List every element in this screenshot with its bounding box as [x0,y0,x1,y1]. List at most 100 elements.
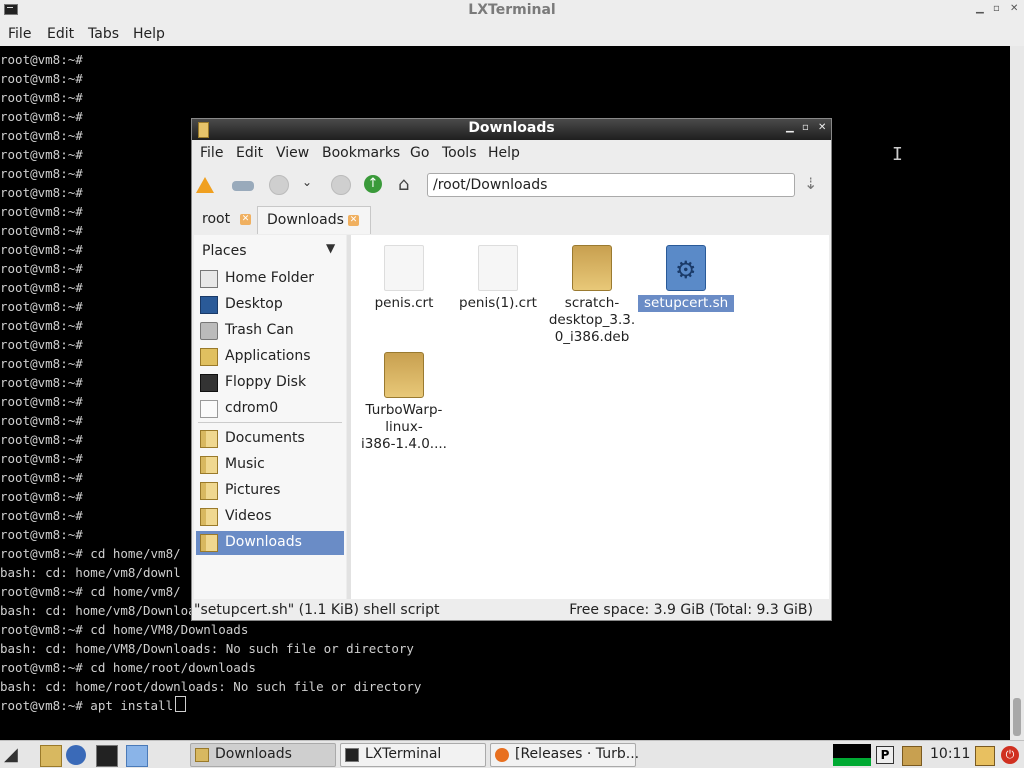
clock[interactable]: 10:11 [930,746,970,762]
folder-icon [200,430,218,448]
sidebar-item-applications[interactable]: Applications [196,345,344,369]
file-manager-titlebar[interactable]: Downloads ▁ ▫ ✕ [192,119,831,140]
cpu-monitor[interactable] [833,744,871,766]
sidebar-item-downloads[interactable]: Downloads [196,531,344,555]
scrollbar-thumb[interactable] [1013,698,1021,736]
chevron-down-icon[interactable]: ▼ [326,241,335,255]
sidebar-divider [198,422,342,423]
status-bar: "setupcert.sh" (1.1 KiB) shell script Fr… [192,600,831,620]
document-icon [478,245,518,291]
file-manager-toolbar: ⌄ ↑ ⌂ ⇣ [192,169,831,201]
menu-tabs[interactable]: Tabs [88,26,119,42]
history-dropdown-icon[interactable]: ⌄ [302,175,322,195]
terminal-line: root@vm8:~# [0,52,83,67]
file-item-selected[interactable]: setupcert.sh [638,235,735,312]
tab-label: root [202,211,231,227]
file-item[interactable]: penis(1).crt [450,235,546,312]
terminal-line: bash: cd: home/root/downloads: No such f… [0,679,422,694]
web-browser-launcher-icon[interactable] [66,745,86,765]
sidebar-item-home-folder[interactable]: Home Folder [196,267,344,291]
applications-icon [200,348,218,366]
fm-menu-bookmarks[interactable]: Bookmarks [322,145,400,161]
file-manager-launcher-icon[interactable] [40,745,62,767]
tray-p-icon[interactable]: P [876,746,894,764]
terminal-scrollbar[interactable] [1010,46,1024,740]
task-lxterminal[interactable]: LXTerminal [340,743,486,767]
floppy-icon [200,374,218,392]
terminal-line: root@vm8:~# [0,90,83,105]
tab-close-icon[interactable]: ✕ [240,214,251,225]
task-label: Downloads [215,746,292,762]
cdrom-icon [200,400,218,418]
lock-icon[interactable] [975,746,995,766]
tab-label: Downloads [267,212,344,228]
file-list: penis.crt penis(1).crt scratch- desktop_… [351,235,829,599]
fm-menu-help[interactable]: Help [488,145,520,161]
sidebar-item-videos[interactable]: Videos [196,505,344,529]
sidebar-item-label: Home Folder [225,270,315,286]
script-icon [666,245,706,291]
forward-icon[interactable] [331,175,351,195]
sidebar-item-label: Trash Can [225,322,294,338]
tab-root[interactable]: root ✕ [196,206,254,233]
menu-edit[interactable]: Edit [47,26,74,42]
file-item[interactable]: scratch- desktop_3.3. 0_i386.deb [544,235,640,346]
warning-icon [196,177,214,193]
sidebar-item-cdrom[interactable]: cdrom0 [196,397,344,421]
places-title: Places [202,243,247,259]
sidebar-item-label: Floppy Disk [225,374,307,390]
sidebar-item-music[interactable]: Music [196,453,344,477]
fm-maximize-icon[interactable]: ▫ [802,122,809,133]
sidebar-item-label: Desktop [225,296,283,312]
task-label: LXTerminal [365,746,442,762]
file-item[interactable]: penis.crt [356,235,452,312]
sidebar-item-desktop[interactable]: Desktop [196,293,344,317]
sidebar-item-label: cdrom0 [225,400,279,416]
task-browser[interactable]: [Releases · Turb... [490,743,639,767]
file-name: penis.crt [374,295,434,311]
file-manager-window: Downloads ▁ ▫ ✕ File Edit View Bookmarks… [191,118,832,621]
start-menu-icon[interactable]: ◢ [4,745,24,765]
close-icon[interactable]: ✕ [1010,3,1018,14]
maximize-icon[interactable]: ▫ [993,3,1000,14]
network-icon[interactable] [902,746,922,766]
fm-menu-tools[interactable]: Tools [442,145,477,161]
terminal-menubar: File Edit Tabs Help [0,22,1024,46]
up-folder-icon[interactable]: ↑ [364,175,382,193]
fm-menu-file[interactable]: File [200,145,223,161]
sidebar-item-floppy[interactable]: Floppy Disk [196,371,344,395]
path-input[interactable] [427,173,795,197]
tab-downloads[interactable]: Downloads ✕ [257,206,371,234]
terminal-line: root@vm8:~# apt install [0,696,421,715]
sidebar-item-documents[interactable]: Documents [196,427,344,451]
fm-close-icon[interactable]: ✕ [818,122,826,133]
terminal-titlebar[interactable]: LXTerminal ▁ ▫ ✕ [0,0,1024,23]
file-name-line: desktop_3.3. [548,312,636,328]
home-icon[interactable]: ⌂ [398,175,418,195]
terminal-launcher-icon[interactable] [96,745,118,767]
task-downloads[interactable]: Downloads [190,743,336,767]
folder-icon [200,456,218,474]
file-name: TurboWarp- linux- i386-1.4.0.... [356,402,452,453]
go-icon[interactable]: ⇣ [804,175,822,193]
fm-menu-edit[interactable]: Edit [236,145,263,161]
fm-menu-view[interactable]: View [276,145,309,161]
taskbar: ◢ Downloads LXTerminal [Releases · Turb.… [0,740,1024,768]
tab-close-icon[interactable]: ✕ [348,215,359,226]
sidebar-item-pictures[interactable]: Pictures [196,479,344,503]
fm-minimize-icon[interactable]: ▁ [786,122,794,133]
terminal-cursor [175,696,187,712]
sidebar-item-trash[interactable]: Trash Can [196,319,344,343]
menu-file[interactable]: File [8,26,31,42]
back-icon[interactable] [269,175,289,195]
fm-menu-go[interactable]: Go [410,145,429,161]
power-icon[interactable]: ⏻ [1001,746,1019,764]
places-header[interactable]: Places ▼ [194,235,346,265]
file-item[interactable]: TurboWarp- linux- i386-1.4.0.... [356,342,452,453]
menu-help[interactable]: Help [133,26,165,42]
minimize-icon[interactable]: ▁ [976,3,984,14]
new-window-icon[interactable] [232,181,254,191]
firefox-icon [495,748,509,762]
show-desktop-icon[interactable] [126,745,148,767]
terminal-line: bash: cd: home/VM8/Downloads: No such fi… [0,641,414,656]
